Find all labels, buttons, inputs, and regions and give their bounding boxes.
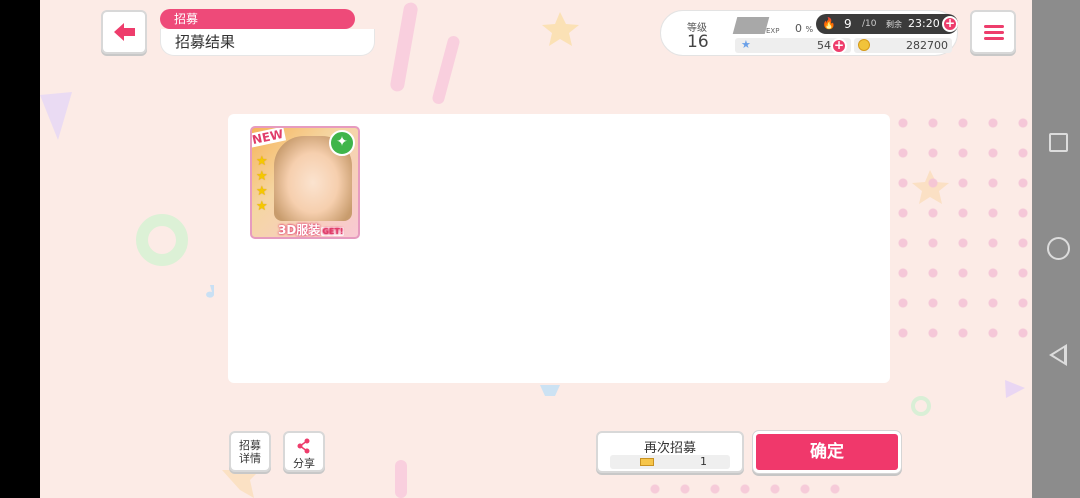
exp-percent: 0 % <box>795 22 814 35</box>
player-status-panel: 等级 16 EXP 0 % 🔥 9 /10 剩余 23:20 + ★ 5400 … <box>660 10 958 56</box>
share-icon <box>297 438 310 454</box>
flame-icon: 🔥 <box>822 17 836 30</box>
recruit-again-button[interactable]: 再次招募 1 <box>596 431 744 473</box>
level-value: 16 <box>687 32 709 52</box>
home-icon[interactable] <box>1047 237 1070 260</box>
star-icon: ★ <box>256 169 268 184</box>
rarity-stars: ★ ★ ★ ★ <box>256 154 270 214</box>
recruit-result-panel: NEW ✦ ★ ★ ★ ★ 3D服装 GET! <box>228 114 890 383</box>
add-stamina-button[interactable]: + <box>942 16 958 32</box>
detail-label-line1: 招募 <box>239 439 261 452</box>
coin-icon <box>858 39 870 51</box>
back-arrow-icon <box>114 23 135 41</box>
exp-label: EXP <box>766 27 780 35</box>
star-icon: ★ <box>256 154 268 169</box>
recruit-again-label: 再次招募 <box>643 441 696 456</box>
ticket-icon <box>640 458 654 466</box>
star-icon: ★ <box>256 199 268 214</box>
sparkle-icon: ✦ <box>329 130 355 156</box>
member-card[interactable]: NEW ✦ ★ ★ ★ ★ 3D服装 GET! <box>250 126 360 239</box>
share-label: 分享 <box>293 457 315 470</box>
stamina-value: 9 <box>844 17 852 31</box>
back-icon[interactable] <box>1049 344 1067 366</box>
cost-value: 1 <box>700 455 707 468</box>
costume-tag: 3D服装 GET! <box>278 223 345 237</box>
game-screen: 招募结果 招募 等级 16 EXP 0 % 🔥 9 /10 剩余 23:20 +… <box>40 0 1032 498</box>
menu-button[interactable] <box>970 10 1016 54</box>
share-button[interactable]: 分享 <box>283 431 325 472</box>
dot-pattern <box>888 108 1032 338</box>
coin-value: 282700 <box>906 39 948 52</box>
star-icon: ★ <box>256 184 268 199</box>
stamina-box: 🔥 9 /10 剩余 23:20 + <box>816 14 958 34</box>
breadcrumb: 招募结果 招募 <box>160 9 375 56</box>
remaining-time: 23:20 <box>908 17 940 30</box>
dot-pattern-bottom <box>640 474 840 498</box>
star-icon: ★ <box>741 38 751 51</box>
back-button[interactable] <box>101 10 147 54</box>
coin-currency: 282700 <box>854 38 952 53</box>
page-title: 招募结果 <box>160 29 375 56</box>
remaining-label: 剩余 <box>886 20 902 29</box>
breadcrumb-section: 招募 <box>160 9 355 29</box>
exp-bar <box>732 17 770 34</box>
confirm-button[interactable]: 确定 <box>753 431 901 473</box>
system-nav-bar <box>1032 0 1080 498</box>
recent-apps-icon[interactable] <box>1049 133 1068 152</box>
add-star-button[interactable]: + <box>831 38 847 54</box>
recruit-cost: 1 <box>610 455 730 469</box>
recruit-details-button[interactable]: 招募 详情 <box>229 431 271 472</box>
stamina-max: /10 <box>862 19 877 29</box>
detail-label-line2: 详情 <box>239 452 261 465</box>
new-badge: NEW <box>250 126 287 148</box>
